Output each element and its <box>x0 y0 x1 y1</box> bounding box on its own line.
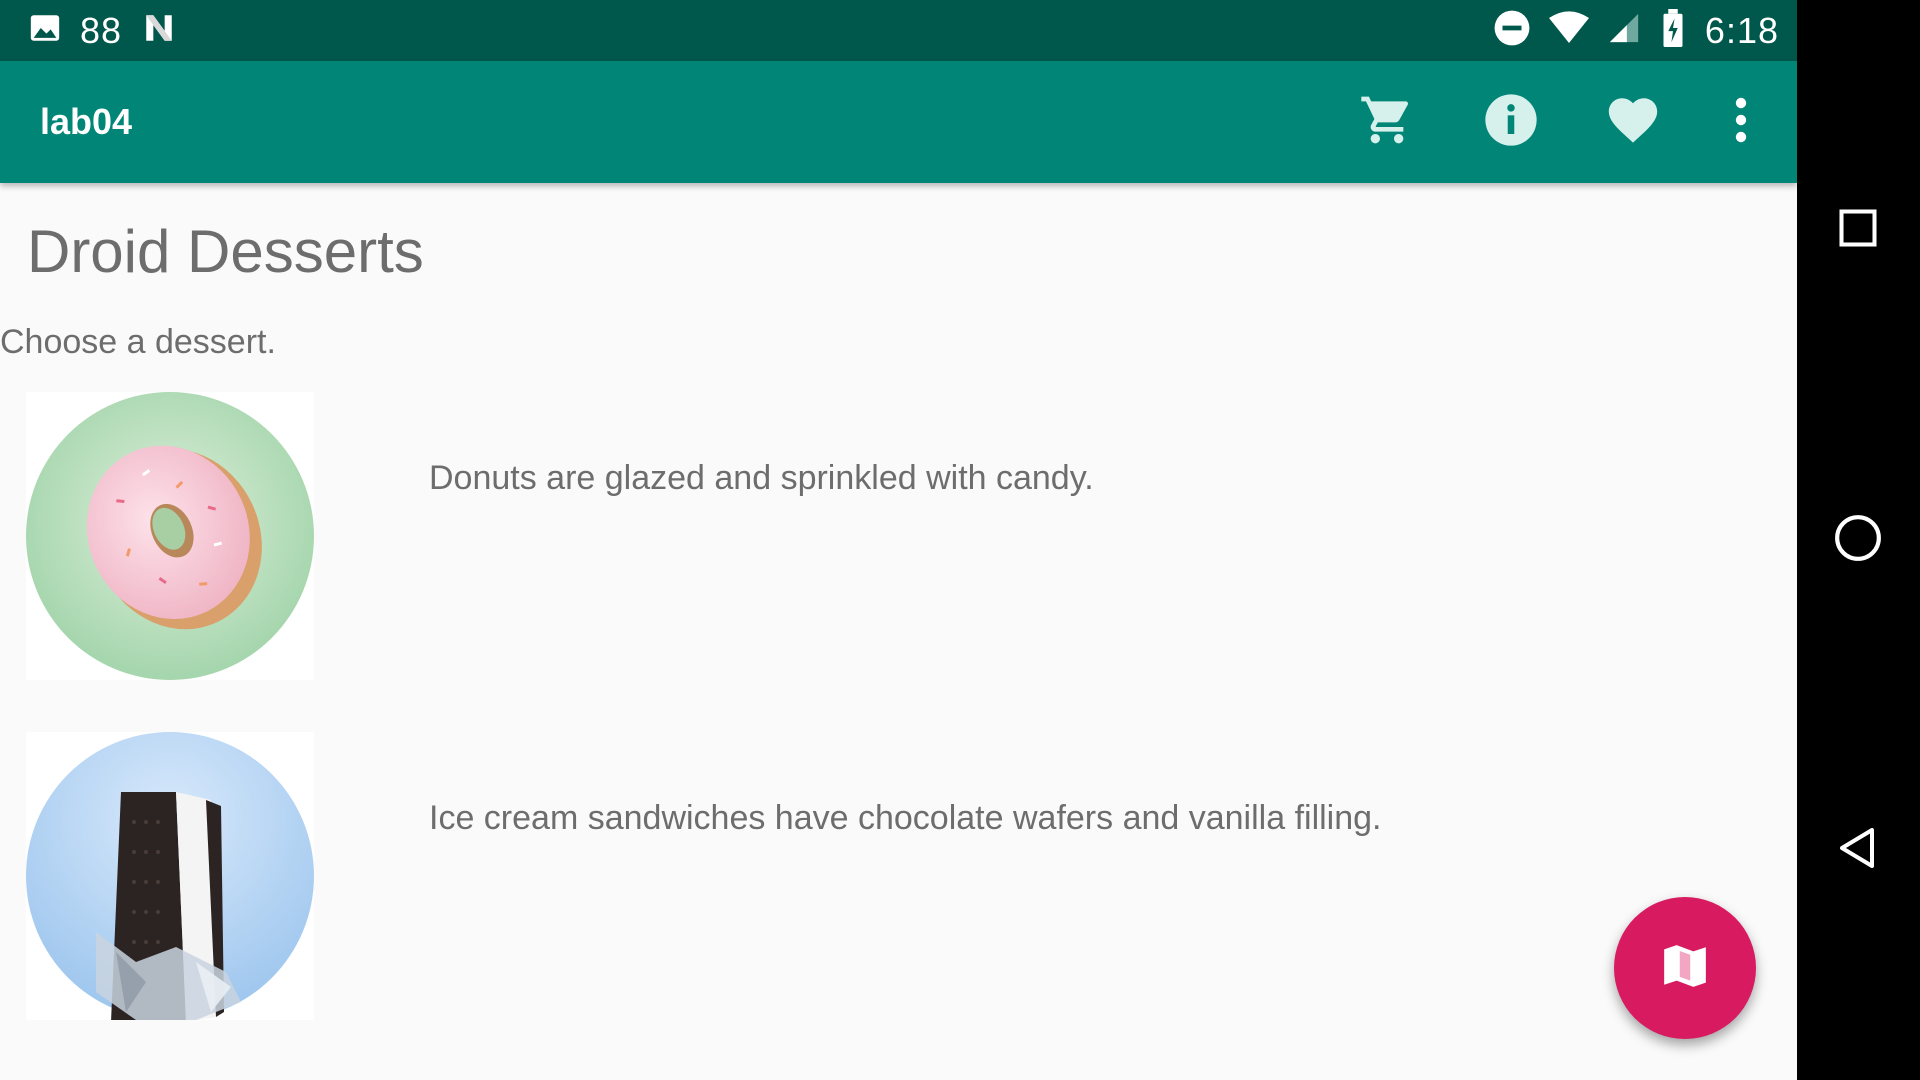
cart-button[interactable] <box>1357 92 1417 152</box>
overflow-menu-icon <box>1731 96 1751 149</box>
ice-cream-sandwich-image[interactable] <box>26 732 314 1022</box>
map-icon <box>1660 941 1710 996</box>
back-triangle-icon <box>1834 823 1882 878</box>
donut-description: Donuts are glazed and sprinkled with can… <box>429 459 1094 497</box>
n-icon <box>140 11 178 50</box>
map-fab-button[interactable] <box>1614 897 1756 1039</box>
back-button[interactable] <box>1828 820 1888 880</box>
navigation-bar <box>1797 0 1920 1080</box>
image-icon <box>28 11 62 50</box>
info-icon <box>1483 92 1539 153</box>
wifi-icon <box>1548 11 1589 50</box>
app-title: lab04 <box>40 101 133 142</box>
do-not-disturb-icon <box>1493 9 1531 52</box>
recents-square-icon <box>1836 206 1880 255</box>
status-bar: 88 6:18 <box>0 0 1797 61</box>
battery-charging-icon <box>1659 9 1687 52</box>
ice-cream-sandwich-description: Ice cream sandwiches have chocolate wafe… <box>429 799 1382 837</box>
app-bar: lab04 <box>0 61 1797 183</box>
cellular-signal-icon <box>1607 11 1641 50</box>
home-button[interactable] <box>1828 510 1888 570</box>
notification-count: 88 <box>80 9 123 51</box>
main-content: Droid Desserts Choose a dessert. Donuts … <box>0 183 1797 1080</box>
app-screen: 88 6:18 lab04 Droid Desserts Choose a de… <box>0 0 1797 1080</box>
clock: 6:18 <box>1704 9 1779 51</box>
info-button[interactable] <box>1481 92 1541 152</box>
heart-icon <box>1604 91 1662 154</box>
cart-icon <box>1359 92 1415 153</box>
subtitle: Choose a dessert. <box>0 323 276 361</box>
favorite-button[interactable] <box>1603 92 1663 152</box>
donut-image[interactable] <box>26 392 314 680</box>
overflow-menu-button[interactable] <box>1711 92 1771 152</box>
recents-button[interactable] <box>1828 200 1888 260</box>
home-circle-icon <box>1833 513 1883 568</box>
page-title: Droid Desserts <box>27 218 424 285</box>
